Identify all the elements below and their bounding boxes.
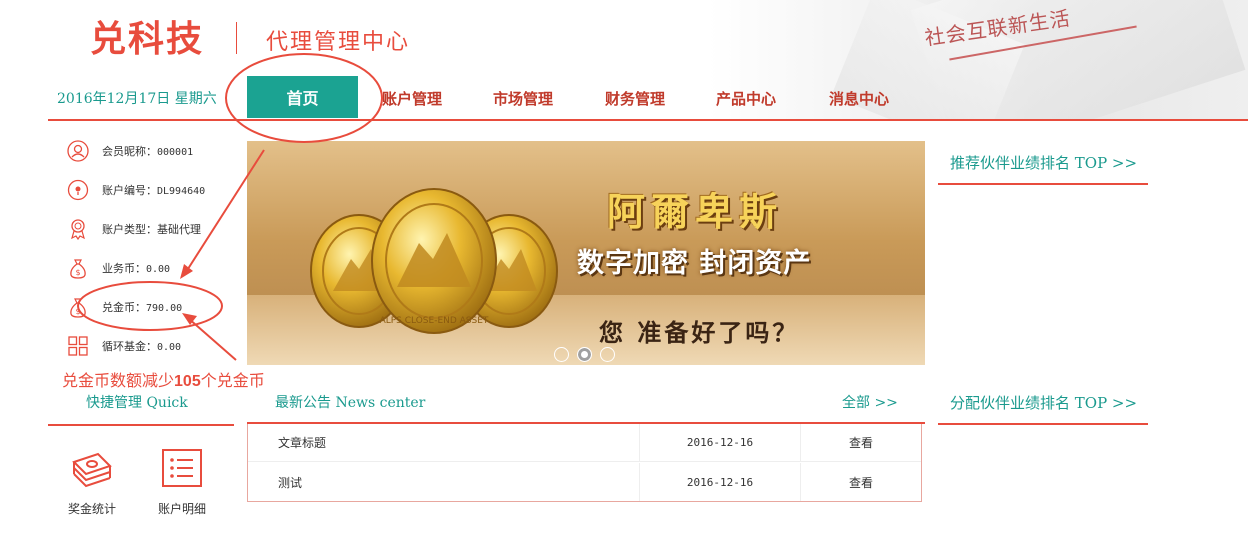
ranking-divider [938,183,1148,185]
table-row: 文章标题 2016-12-16 查看 [248,424,921,462]
annotation-text: 兑金币数额减少105个兑金币 [62,367,265,391]
news-view-link[interactable]: 查看 [800,424,921,461]
news-item-date: 2016-12-16 [639,463,800,501]
banner-title: 阿爾卑斯 [607,189,784,234]
current-date: 2016年12月17日 星期六 [57,91,217,107]
svg-text:$: $ [75,268,80,277]
quick-bonus-stats[interactable]: 奖金统计 [62,446,122,517]
business-coin-value: 0.00 [146,264,171,275]
header-divider [48,119,1248,121]
banner-question: 您 准备好了吗？ [599,318,800,347]
user-icon [66,139,90,163]
business-coin-row: $ 业务币：0.00 [66,256,170,280]
logo[interactable]: 兑科技 [90,10,204,62]
news-item-title[interactable]: 测试 [248,474,639,491]
nav-account-management[interactable]: 账户管理 [382,88,442,109]
cycle-fund-row: 循环基金：0.00 [66,334,181,358]
carousel-dot[interactable] [554,347,569,362]
arrow-line [187,317,237,361]
annotation-number: 105 [174,373,201,390]
promo-banner[interactable]: ALPS CLOSE-END ASSET 阿爾卑斯 数字加密 封闭资产 您 准备… [247,141,925,365]
nav-market-management[interactable]: 市场管理 [493,88,553,109]
cycle-fund-value: 0.00 [157,342,182,353]
account-label: 账户编号： [102,184,157,197]
nickname-label: 会员昵称： [102,145,157,158]
exchange-coin-value: 790.00 [146,303,183,314]
annotation-pre: 兑金币数额减少 [62,371,175,390]
news-item-date: 2016-12-16 [639,424,800,461]
distribute-ranking-link[interactable]: 分配伙伴业绩排名 TOP >> [950,392,1137,413]
recommend-ranking-link[interactable]: 推荐伙伴业绩排名 TOP >> [950,152,1137,173]
member-nickname-row: 会员昵称：000001 [66,139,193,163]
news-all-link[interactable]: 全部 >> [842,392,898,412]
page-subtitle: 代理管理中心 [266,30,411,55]
news-item-title[interactable]: 文章标题 [248,434,639,451]
nav-product-center[interactable]: 产品中心 [716,88,776,109]
business-coin-label: 业务币： [102,262,146,275]
arrow-head [180,264,193,279]
svg-text:ALPS CLOSE-END ASSET: ALPS CLOSE-END ASSET [380,316,489,326]
money-bag-icon: $ [66,256,90,280]
news-table: 文章标题 2016-12-16 查看 测试 2016-12-16 查看 [247,424,922,502]
exchange-coin-label: 兑金币： [102,301,146,314]
svg-text:$: $ [75,307,80,316]
quick-item-label: 账户明细 [157,502,206,516]
money-bag-icon: $ [66,295,90,319]
news-title: 最新公告 News center [275,395,426,411]
nav-home[interactable]: 首页 [247,76,358,118]
ranking-divider [938,423,1148,425]
quick-management-title: 快捷管理 Quick [86,395,188,411]
nav-finance-management[interactable]: 财务管理 [605,88,665,109]
account-type-label: 账户类型： [102,223,157,236]
account-type-value: 基础代理 [157,223,201,236]
annotation-post: 个兑金币 [200,371,265,390]
grid-icon [66,334,90,358]
exchange-coin-row: $ 兑金币：790.00 [66,295,182,319]
medal-icon [66,217,90,241]
nickname-value: 000001 [157,147,194,158]
nav-message-center[interactable]: 消息中心 [829,88,889,109]
table-row: 测试 2016-12-16 查看 [248,463,921,501]
cash-stack-icon [62,446,122,490]
cycle-fund-label: 循环基金： [102,340,157,353]
account-value: DL994640 [157,186,206,197]
list-icon [152,446,212,490]
quick-item-label: 奖金统计 [67,502,116,516]
carousel-dot-active[interactable] [577,347,592,362]
carousel-dot[interactable] [600,347,615,362]
quick-divider [48,424,234,426]
account-type-row: 账户类型：基础代理 [66,217,201,241]
arrow-head [182,313,197,325]
banner-tagline: 数字加密 封闭资产 [577,248,812,279]
news-view-link[interactable]: 查看 [800,463,921,501]
quick-account-details[interactable]: 账户明细 [152,446,212,517]
logo-divider [236,22,237,54]
account-number-row: 账户编号：DL994640 [66,178,205,202]
carousel-dots [554,347,615,362]
location-pin-icon [66,178,90,202]
